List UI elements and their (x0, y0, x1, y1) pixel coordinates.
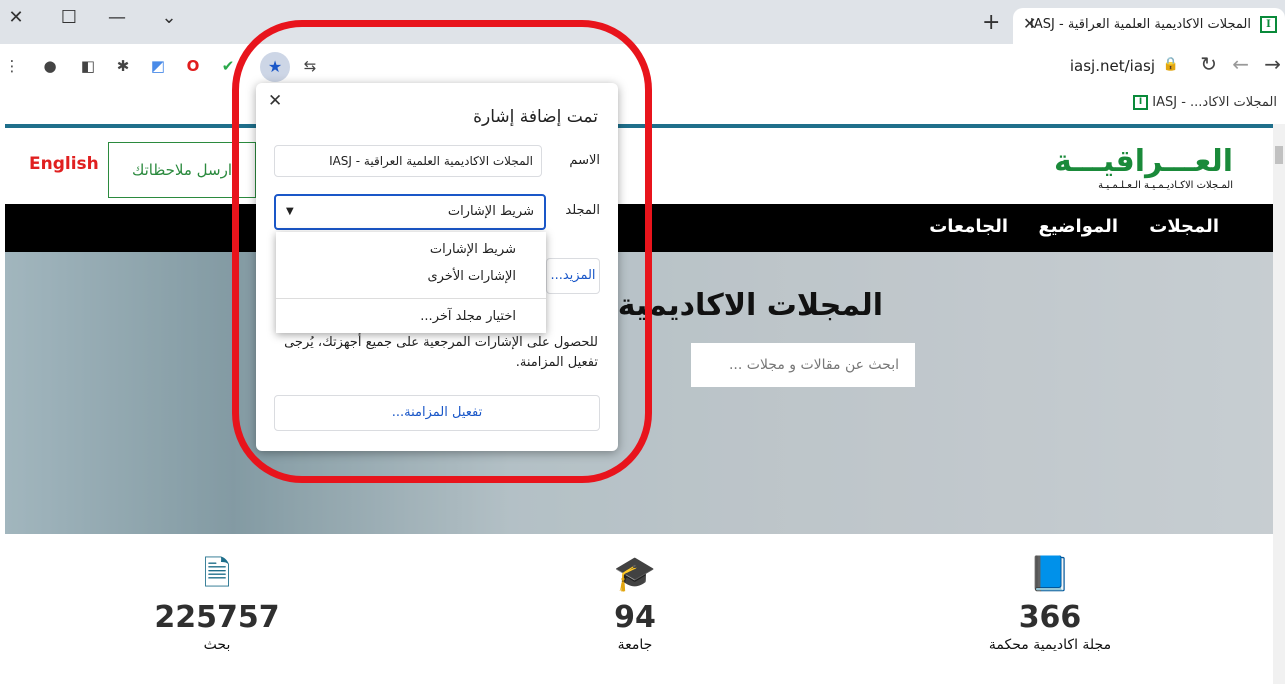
folder-select[interactable]: شريط الإشارات ▼ (274, 194, 546, 230)
stat-journals: 📘 366 مجلة اكاديمية محكمة (940, 552, 1160, 653)
stat-research: 🗎 225757 بحث (107, 552, 327, 653)
folder-select-value: شريط الإشارات (447, 204, 534, 219)
stat-label: بحث (203, 637, 231, 653)
share-icon[interactable]: ⇆ (300, 56, 320, 76)
hero-banner: المجلات الاكاديمية ابحث عن مقالات و مجلا… (5, 252, 1273, 534)
active-tab[interactable]: ✕ المجلات الاكاديمية العلمية العراقية - … (1013, 8, 1285, 44)
folder-dropdown-menu: شريط الإشارات الإشارات الأخرى اختيار مجل… (276, 232, 546, 333)
nav-universities[interactable]: الجامعات (929, 216, 1008, 237)
opera-extension-icon[interactable]: O (183, 56, 203, 76)
tab-favicon: I (1260, 16, 1277, 33)
bookmark-name-field[interactable]: المجلات الاكاديمية العلمية العراقية - IA… (274, 145, 542, 177)
stat-universities: 🎓 94 جامعة (525, 552, 745, 653)
dropdown-arrow-icon: ▼ (286, 206, 294, 217)
side-panel-icon[interactable]: ◧ (78, 56, 98, 76)
menu-kebab-icon[interactable]: ⋮ (2, 56, 22, 76)
bookmark-item-label: المجلات الاكاد... - IASJ (1152, 95, 1277, 110)
forward-icon[interactable]: ← (1232, 52, 1249, 76)
nav-journals[interactable]: المجلات (1149, 216, 1219, 237)
stat-value: 94 (614, 600, 656, 635)
name-label: الاسم (569, 153, 600, 168)
stat-label: مجلة اكاديمية محكمة (988, 637, 1112, 653)
extensions-puzzle-icon[interactable]: ✱ (113, 56, 133, 76)
bookmark-item[interactable]: المجلات الاكاد... - IASJ I (1127, 95, 1277, 110)
document-icon: 🗎 (203, 554, 231, 594)
new-tab-button[interactable]: + (982, 12, 1000, 34)
check-extension-icon[interactable]: ✔ (218, 56, 238, 76)
tab-strip: ✕ ☐ — ⌄ + ✕ المجلات الاكاديمية العلمية ا… (0, 0, 1285, 44)
stat-label: جامعة (617, 637, 653, 653)
back-icon[interactable]: → (1264, 52, 1281, 76)
turn-on-sync-button[interactable]: تفعيل المزامنة... (274, 395, 600, 431)
dropdown-option-choose-folder[interactable]: اختيار مجلد آخر... (420, 309, 516, 324)
stat-value: 225757 (154, 600, 280, 635)
translate-extension-icon[interactable]: ◩ (148, 56, 168, 76)
bookmark-favicon: I (1133, 95, 1149, 110)
book-icon: 📘 (1028, 554, 1072, 594)
minimize-icon[interactable]: — (103, 4, 131, 32)
browser-toolbar: ⋮ ● ◧ ✱ ◩ O ✔ ★ ⇆ iasj.net/iasj 🔒 ↻ ← → (0, 44, 1285, 90)
page-scrollbar[interactable] (1273, 124, 1285, 684)
page-top-line (5, 124, 1273, 128)
more-button[interactable]: المزيد... (546, 258, 600, 294)
main-nav: المجلات المواضيع الجامعات (5, 204, 1273, 252)
site-logo-subtitle: المـجلات الاكـاديـمـيـة الـعـلـمـيـة (1098, 180, 1233, 191)
stat-value: 366 (1018, 600, 1082, 635)
dropdown-divider (276, 298, 546, 299)
maximize-icon[interactable]: ☐ (55, 4, 83, 32)
hero-title: المجلات الاكاديمية (617, 288, 883, 323)
english-link[interactable]: English (29, 154, 99, 174)
dialog-title: تمت إضافة إشارة (473, 107, 598, 127)
search-input[interactable]: ابحث عن مقالات و مجلات ... (691, 343, 915, 387)
close-icon[interactable]: ✕ (268, 91, 282, 111)
scroll-thumb[interactable] (1275, 146, 1283, 164)
tab-title: المجلات الاكاديمية العلمية العراقية - IA… (1030, 17, 1251, 32)
dropdown-option-other-bookmarks[interactable]: الإشارات الأخرى (427, 269, 516, 284)
lock-icon[interactable]: 🔒 (1163, 57, 1179, 72)
address-bar-url[interactable]: iasj.net/iasj (1070, 57, 1155, 75)
tab-search-chevron-icon[interactable]: ⌄ (155, 4, 183, 32)
browser-window: ✕ ☐ — ⌄ + ✕ المجلات الاكاديمية العلمية ا… (0, 0, 1285, 684)
folder-label: المجلد (565, 203, 600, 218)
bookmark-star-icon[interactable]: ★ (260, 52, 290, 82)
reload-icon[interactable]: ↻ (1200, 52, 1217, 76)
nav-subjects[interactable]: المواضيع (1039, 216, 1119, 237)
bookmarks-bar: المجلات الاكاد... - IASJ I (0, 90, 1285, 120)
graduation-cap-icon: 🎓 (613, 554, 657, 594)
profile-icon[interactable]: ● (40, 56, 60, 76)
dropdown-option-bookmarks-bar[interactable]: شريط الإشارات (430, 242, 516, 257)
web-page: العـــراقيـــة المـجلات الاكـاديـمـيـة ا… (5, 124, 1273, 684)
site-logo[interactable]: العـــراقيـــة (1054, 144, 1233, 179)
feedback-button[interactable]: ارسل ملاحظاتك (108, 142, 256, 198)
sync-message: للحصول على الإشارات المرجعية على جميع أج… (284, 335, 598, 370)
close-window-icon[interactable]: ✕ (2, 4, 30, 32)
